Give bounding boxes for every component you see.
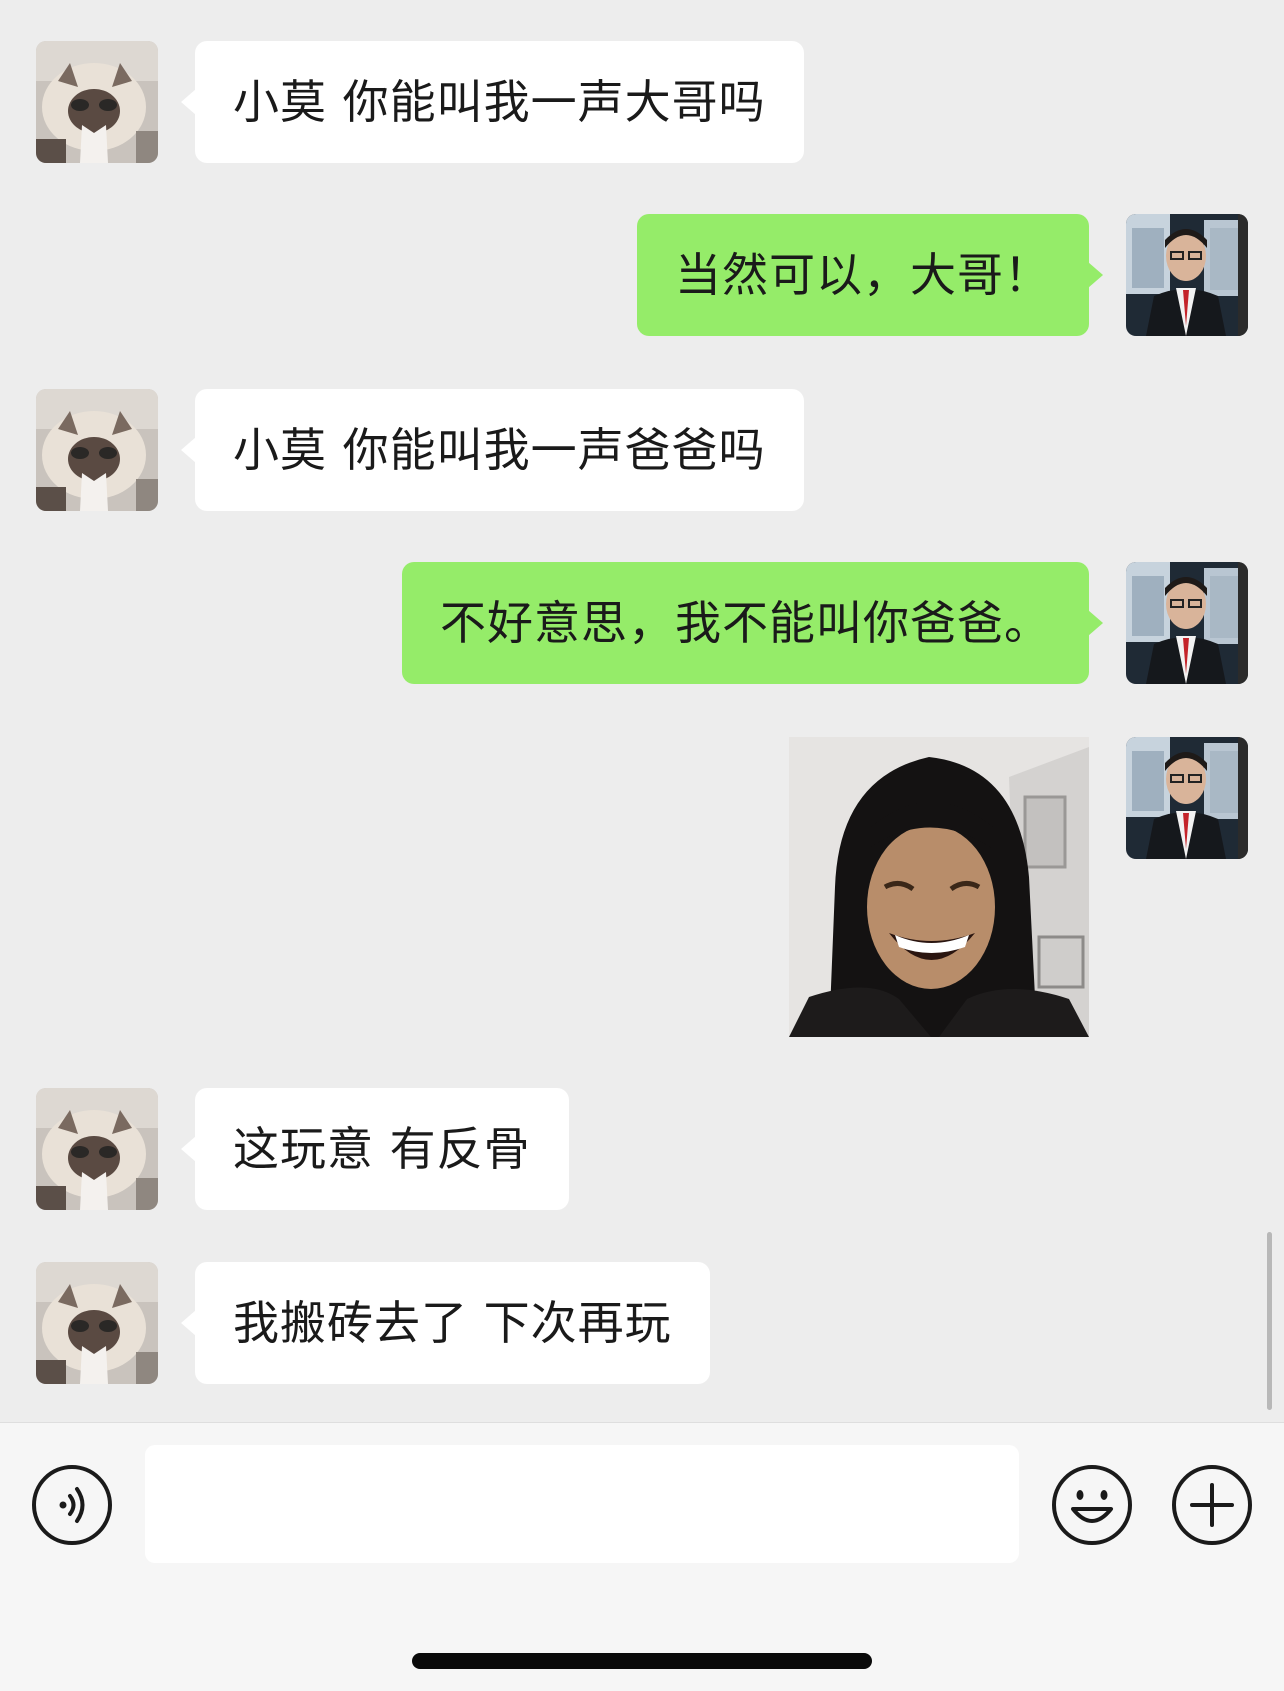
scrollbar[interactable] (1267, 1232, 1272, 1410)
input-bar (0, 1422, 1284, 1691)
contact-avatar[interactable] (36, 1088, 158, 1210)
laughing-man-sticker[interactable] (789, 737, 1089, 1037)
chat-area[interactable]: 小莫 你能叫我一声大哥吗 当然可以，大哥！ 小莫 你能叫我一声爸爸吗 不好意思，… (0, 0, 1284, 1422)
outgoing-message-bubble[interactable]: 当然可以，大哥！ (637, 214, 1103, 336)
my-avatar[interactable] (1126, 214, 1248, 336)
voice-icon[interactable] (30, 1463, 114, 1547)
contact-avatar[interactable] (36, 1262, 158, 1384)
incoming-message-bubble[interactable]: 小莫 你能叫我一声爸爸吗 (181, 389, 804, 511)
incoming-message-bubble[interactable]: 这玩意 有反骨 (181, 1088, 569, 1210)
emoji-icon[interactable] (1050, 1463, 1134, 1547)
home-indicator[interactable] (412, 1653, 872, 1669)
plus-icon[interactable] (1170, 1463, 1254, 1547)
my-avatar[interactable] (1126, 562, 1248, 684)
contact-avatar[interactable] (36, 389, 158, 511)
contact-avatar[interactable] (36, 41, 158, 163)
message-input[interactable] (145, 1445, 1019, 1563)
incoming-message-bubble[interactable]: 小莫 你能叫我一声大哥吗 (181, 41, 804, 163)
incoming-message-bubble[interactable]: 我搬砖去了 下次再玩 (181, 1262, 710, 1384)
my-avatar[interactable] (1126, 737, 1248, 859)
outgoing-message-bubble[interactable]: 不好意思，我不能叫你爸爸。 (402, 562, 1103, 684)
